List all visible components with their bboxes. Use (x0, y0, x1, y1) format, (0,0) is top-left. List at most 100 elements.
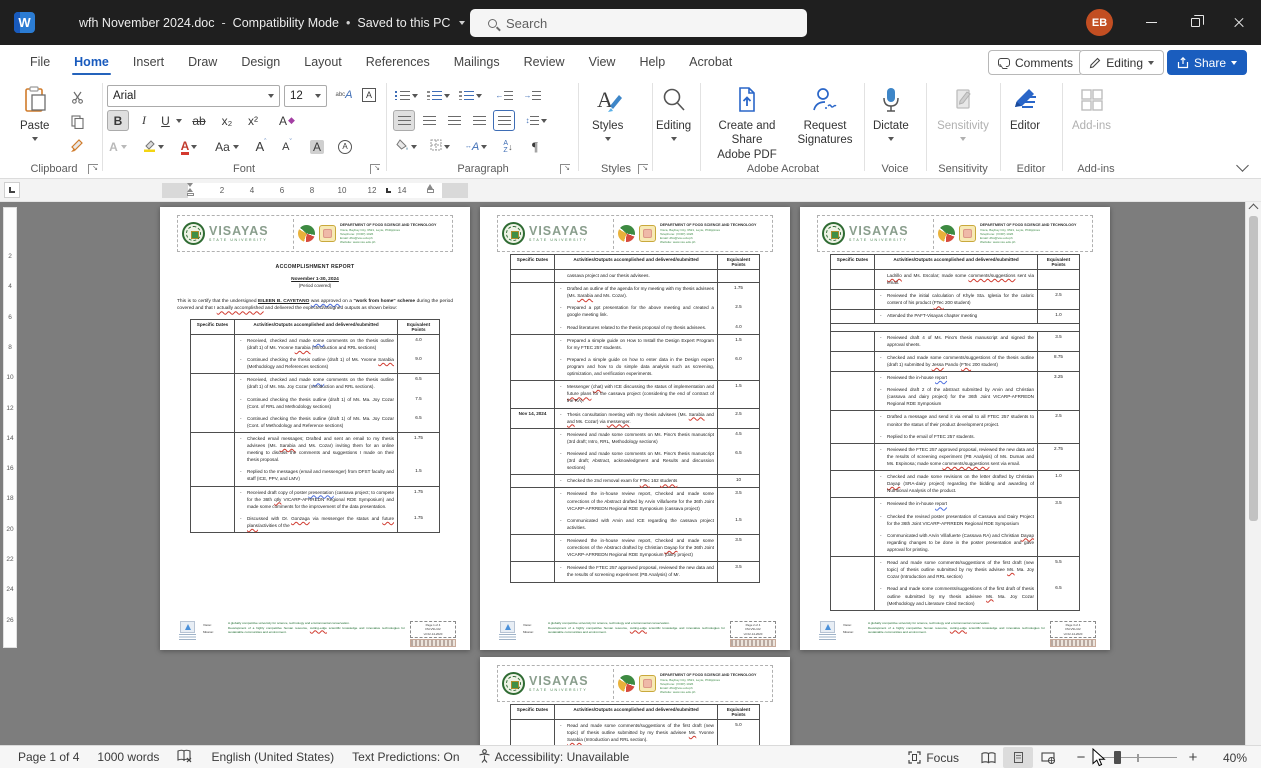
paragraph-dialog-launcher[interactable]: ↘ (560, 164, 570, 174)
paste-button[interactable]: Paste (20, 85, 49, 141)
justify-button[interactable] (468, 110, 490, 131)
distribute-button[interactable] (493, 110, 515, 131)
document-page-3[interactable]: VISAYAS STATE UNIVERSITY DEPARTMENT OF F… (800, 207, 1110, 650)
clear-formatting-button[interactable]: A◆ (274, 110, 300, 131)
create-share-pdf-button[interactable]: Create and Share Adobe PDF (708, 85, 786, 162)
font-dialog-launcher[interactable]: ↘ (370, 164, 380, 174)
phonetic-guide-button[interactable]: abcA (332, 84, 356, 105)
font-family-select[interactable]: Arial (107, 85, 280, 107)
multilevel-list-button[interactable] (457, 85, 483, 106)
zoom-slider[interactable] (1097, 757, 1177, 759)
enclose-characters-button[interactable]: A (334, 136, 356, 157)
strikethrough-button[interactable]: ab (188, 110, 210, 131)
numbering-button[interactable] (425, 85, 451, 106)
focus-button[interactable]: Focus (908, 751, 959, 765)
font-color-button[interactable]: A (176, 136, 202, 157)
grow-font-button[interactable]: Aˆ (250, 136, 272, 157)
shrink-font-button[interactable]: Aˇ (276, 136, 298, 157)
request-signatures-button[interactable]: Request Signatures (792, 85, 858, 148)
line-spacing-button[interactable]: ↕ (522, 110, 550, 131)
tab-layout[interactable]: Layout (292, 47, 354, 77)
bold-button[interactable]: B (107, 110, 129, 131)
show-formatting-marks-button[interactable]: ¶ (524, 136, 546, 157)
editing-mode-button[interactable]: Editing (1079, 50, 1164, 75)
tab-home[interactable]: Home (62, 47, 121, 77)
copy-button[interactable] (66, 111, 88, 132)
collapse-ribbon-chevron-icon[interactable] (1236, 159, 1249, 172)
superscript-button[interactable]: x² (242, 110, 264, 131)
sort-button[interactable]: AZ↓ (496, 136, 520, 157)
change-case-button[interactable]: Aa (212, 136, 242, 157)
subscript-button[interactable]: x₂ (216, 110, 238, 131)
vertical-scrollbar[interactable] (1245, 202, 1261, 745)
tab-references[interactable]: References (354, 47, 442, 77)
document-canvas[interactable]: VISAYAS STATE UNIVERSITY DEPARTMENT OF F… (0, 202, 1245, 745)
proofing-icon[interactable] (177, 749, 193, 766)
tab-view[interactable]: View (577, 47, 628, 77)
format-painter-button[interactable] (66, 135, 88, 156)
minimize-button[interactable] (1129, 0, 1173, 45)
print-layout-button[interactable] (1003, 747, 1033, 768)
tab-review[interactable]: Review (512, 47, 577, 77)
align-center-button[interactable] (418, 110, 440, 131)
word-count[interactable]: 1000 words (97, 750, 159, 764)
close-button[interactable] (1217, 0, 1261, 45)
zoom-percentage[interactable]: 40% (1201, 751, 1247, 765)
accessibility-status[interactable]: Accessibility: Unavailable (495, 750, 630, 764)
tab-draw[interactable]: Draw (176, 47, 229, 77)
underline-button[interactable]: U (157, 110, 174, 131)
zoom-in-button[interactable]: + (1185, 749, 1201, 766)
dictate-button[interactable]: Dictate (873, 85, 909, 141)
borders-button[interactable] (427, 136, 453, 157)
scrollbar-thumb[interactable] (1249, 216, 1258, 521)
highlight-color-button[interactable] (140, 136, 166, 157)
character-scaling-button[interactable]: ↔A (462, 136, 490, 157)
first-line-indent-marker[interactable] (187, 183, 193, 187)
italic-button[interactable]: I (133, 110, 155, 131)
account-avatar[interactable]: EB (1086, 9, 1113, 36)
decrease-indent-button[interactable]: ← (493, 85, 515, 106)
tab-selector[interactable] (4, 182, 20, 198)
accessibility-icon[interactable] (478, 749, 491, 766)
shading-button[interactable] (393, 136, 419, 157)
tab-stop-marker[interactable] (386, 188, 391, 193)
chevron-down-icon[interactable] (459, 21, 465, 25)
left-indent-marker[interactable] (187, 193, 194, 196)
styles-dialog-launcher[interactable]: ↘ (638, 164, 648, 174)
document-page-1[interactable]: VISAYAS STATE UNIVERSITY DEPARTMENT OF F… (160, 207, 470, 650)
align-right-button[interactable] (443, 110, 465, 131)
bullets-button[interactable] (393, 85, 419, 106)
clipboard-dialog-launcher[interactable]: ↘ (88, 164, 98, 174)
styles-button[interactable]: A Styles (592, 85, 623, 141)
cut-button[interactable] (66, 87, 88, 108)
language-indicator[interactable]: English (United States) (211, 750, 334, 764)
align-left-button[interactable] (393, 110, 415, 131)
text-effects-button[interactable]: A (107, 136, 129, 157)
saved-status[interactable]: Saved to this PC (357, 16, 450, 30)
scroll-up-arrow-icon[interactable] (1249, 204, 1259, 214)
increase-indent-button[interactable]: → (521, 85, 543, 106)
tab-help[interactable]: Help (627, 47, 677, 77)
web-layout-button[interactable] (1033, 747, 1063, 768)
word-app-icon[interactable]: W (14, 12, 35, 33)
read-mode-button[interactable] (973, 747, 1003, 768)
tab-design[interactable]: Design (229, 47, 292, 77)
zoom-slider-thumb[interactable] (1114, 751, 1121, 764)
underline-dropdown[interactable] (176, 119, 182, 123)
tab-insert[interactable]: Insert (121, 47, 176, 77)
restore-button[interactable] (1173, 0, 1217, 45)
document-page-2[interactable]: VISAYAS STATE UNIVERSITY DEPARTMENT OF F… (480, 207, 790, 650)
editing-button[interactable]: Editing (656, 85, 691, 141)
tab-file[interactable]: File (18, 47, 62, 77)
editor-button[interactable]: Editor (1010, 85, 1040, 133)
page-indicator[interactable]: Page 1 of 4 (18, 750, 79, 764)
tab-acrobat[interactable]: Acrobat (677, 47, 744, 77)
character-shading-button[interactable]: A (306, 136, 328, 157)
character-border-button[interactable]: A (358, 84, 380, 105)
share-button[interactable]: Share (1167, 50, 1247, 75)
font-size-select[interactable]: 12 (284, 85, 327, 107)
document-page-4[interactable]: VISAYAS STATE UNIVERSITY DEPARTMENT OF F… (480, 657, 790, 745)
text-predictions-indicator[interactable]: Text Predictions: On (352, 750, 459, 764)
zoom-out-button[interactable]: − (1073, 749, 1089, 766)
comments-button[interactable]: Comments (988, 50, 1083, 75)
